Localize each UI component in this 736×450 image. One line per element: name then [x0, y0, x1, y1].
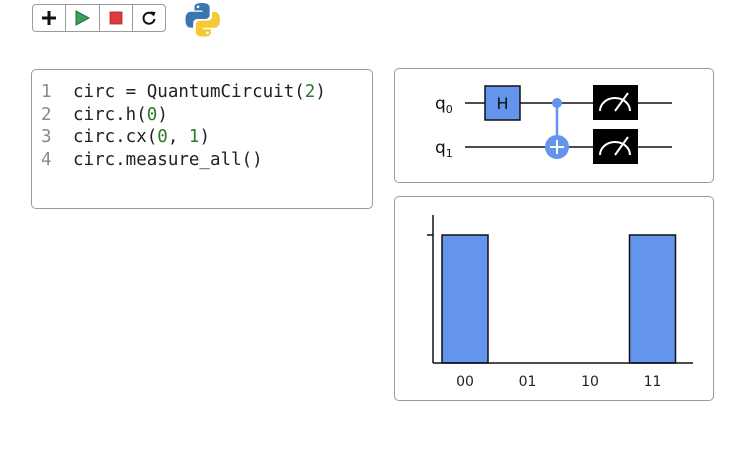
x-tick-label: 10: [581, 374, 599, 390]
histogram-bar-11: [628, 234, 677, 364]
python-logo-icon: [185, 3, 220, 37]
code-token: ,: [167, 127, 189, 147]
x-tick-label: 11: [644, 374, 662, 390]
toolbar: [32, 4, 166, 32]
run-button[interactable]: [66, 5, 100, 31]
measure-gate-0[interactable]: [593, 85, 638, 120]
add-button[interactable]: [33, 5, 67, 31]
hadamard-gate[interactable]: H: [484, 85, 521, 121]
circuit-diagram-panel: q0 q1 H: [394, 68, 714, 183]
code-token: ): [315, 82, 326, 102]
code-token: circ = QuantumCircuit(: [73, 82, 305, 102]
x-tick-label: 00: [456, 374, 474, 390]
svg-text:H: H: [496, 94, 508, 113]
refresh-icon: [142, 11, 156, 25]
circuit-diagram: q0 q1 H: [435, 85, 672, 164]
histogram-bar-00: [441, 234, 489, 364]
histogram-chart: 00 01 10 11: [427, 215, 693, 390]
code-token: ): [157, 104, 168, 125]
qubit-label-0: q0: [435, 94, 453, 116]
restart-button[interactable]: [133, 5, 165, 31]
measure-gate-1[interactable]: [593, 129, 638, 164]
cnot-gate[interactable]: [545, 98, 569, 159]
code-lines: 1 circ = QuantumCircuit(2) 2 circ.h(0) 3 circ…: [41, 81, 326, 171]
line-number: 1: [41, 82, 52, 102]
code-token: circ.measure_all(): [73, 149, 263, 170]
line-number: 4: [41, 149, 52, 170]
play-icon: [75, 10, 91, 26]
code-line[interactable]: 2 circ.h(0): [41, 104, 326, 127]
code-line[interactable]: 1 circ = QuantumCircuit(2): [41, 81, 326, 104]
stop-icon: [109, 11, 123, 25]
code-line[interactable]: 3 circ.cx(0, 1): [41, 126, 326, 149]
code-token: circ.h(: [73, 104, 147, 125]
qubit-label-1: q1: [435, 138, 453, 160]
control-dot: [552, 98, 562, 108]
plus-icon: [42, 11, 57, 25]
code-number-token: 2: [304, 82, 316, 102]
code-number-token: 0: [157, 127, 168, 147]
stop-button[interactable]: [100, 5, 133, 31]
code-line[interactable]: 4 circ.measure_all(): [41, 149, 326, 172]
code-number-token: 1: [188, 127, 200, 147]
line-number: 2: [41, 104, 52, 125]
x-tick-label: 01: [519, 374, 537, 390]
line-number: 3: [41, 127, 52, 147]
code-token: circ.cx(: [73, 127, 158, 147]
code-number-token: 0: [146, 104, 158, 125]
code-editor[interactable]: 1 circ = QuantumCircuit(2) 2 circ.h(0) 3 circ…: [31, 69, 373, 209]
histogram-panel: 00 01 10 11: [394, 196, 714, 401]
code-token: ): [199, 127, 211, 147]
